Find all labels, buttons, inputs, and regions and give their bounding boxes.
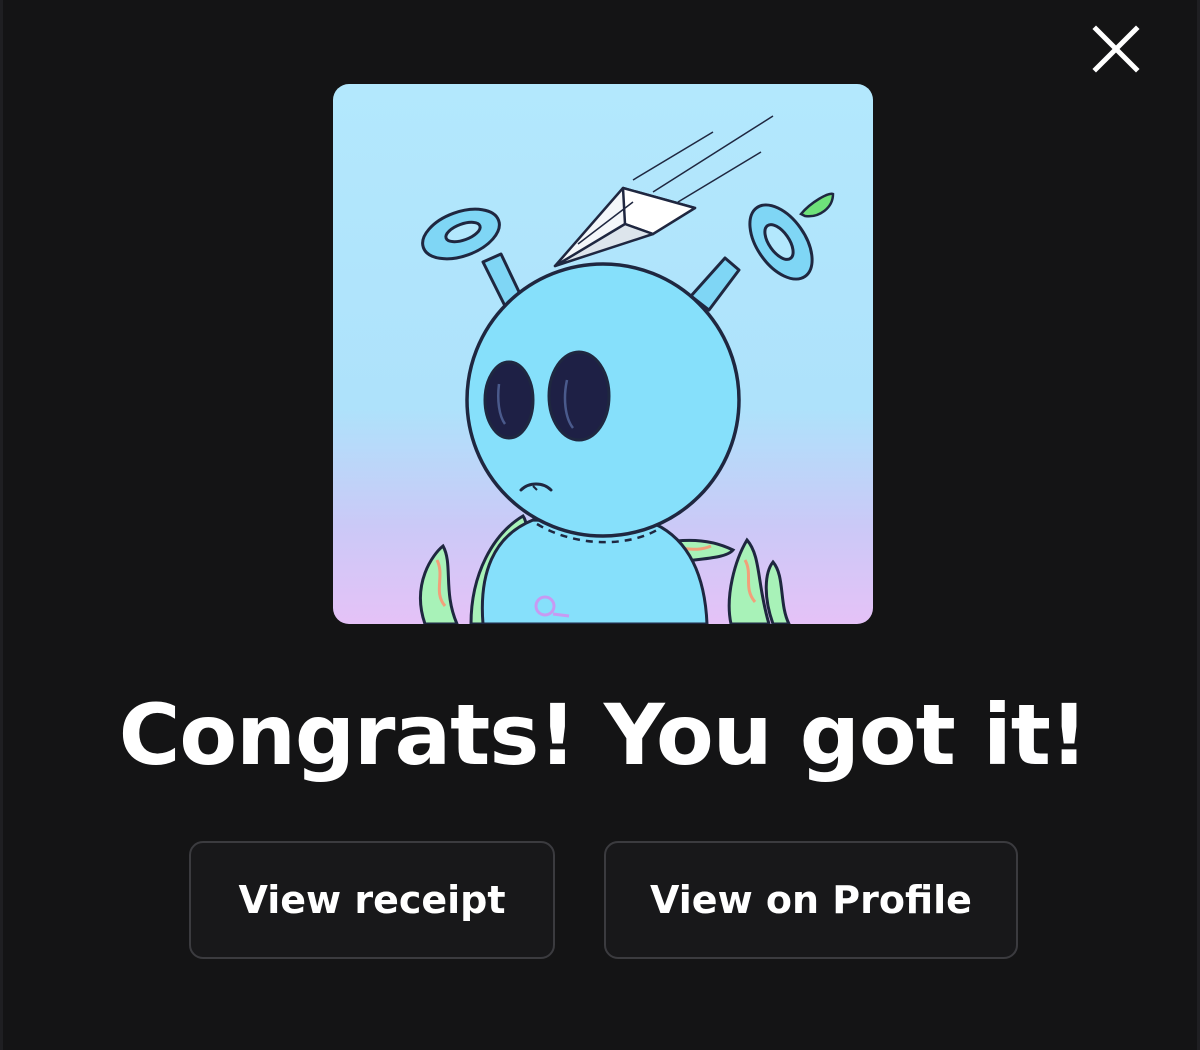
- paper-airplane-icon: [553, 186, 697, 268]
- nft-image: [333, 84, 873, 624]
- page-title: Congrats! You got it!: [118, 686, 1088, 784]
- purchase-success-modal: Congrats! You got it! View receipt View …: [0, 0, 1200, 1050]
- close-button[interactable]: [1087, 20, 1145, 78]
- view-on-profile-button[interactable]: View on Profile: [604, 841, 1018, 959]
- drop-icon: [799, 192, 835, 218]
- alien-nft-illustration: [419, 115, 835, 624]
- speed-lines: [632, 115, 774, 203]
- view-receipt-button[interactable]: View receipt: [189, 841, 555, 959]
- left-antenna: [421, 207, 523, 308]
- close-icon[interactable]: [1087, 20, 1145, 78]
